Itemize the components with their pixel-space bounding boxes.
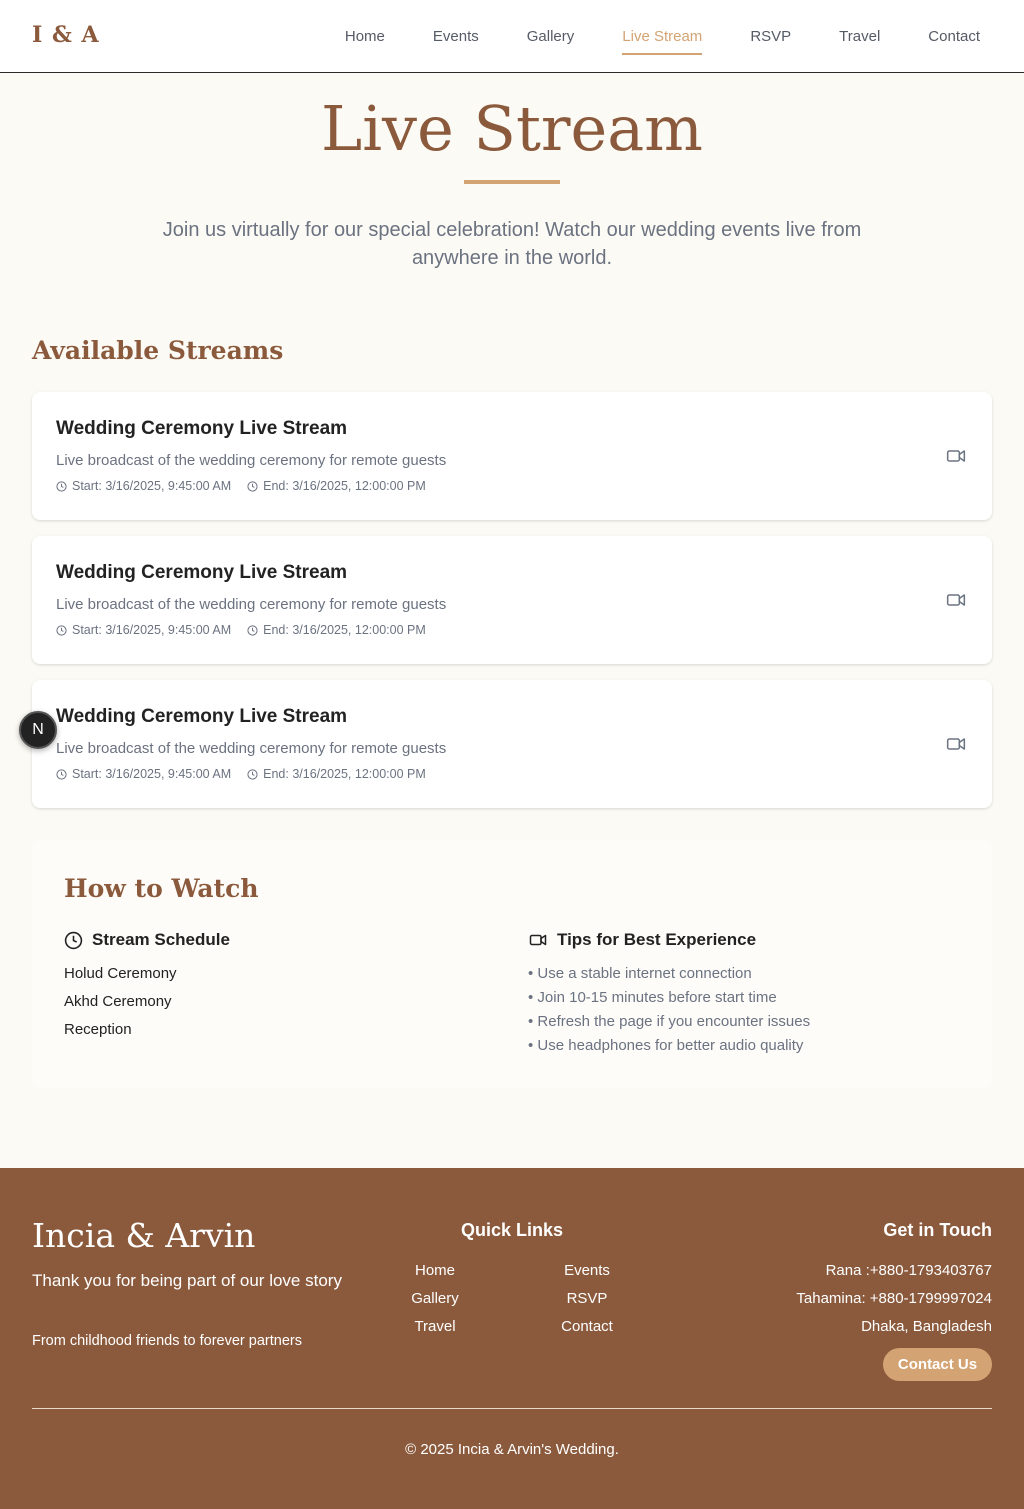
contact-info: Rana :+880-1793403767 Tahamina: +880-179… <box>796 1261 992 1345</box>
contact-phone-tahamina: Tahamina: +880-1799997024 <box>796 1290 992 1307</box>
stream-start-text: Start: 3/16/2025, 9:45:00 AM <box>72 623 232 637</box>
clock-icon <box>247 624 258 636</box>
footer-link-travel[interactable]: Travel <box>360 1317 510 1337</box>
nav-travel[interactable]: Travel <box>839 22 880 55</box>
stream-times: Start: 3/16/2025, 9:45:00 AM End: 3/16/2… <box>56 623 442 637</box>
stream-description: Live broadcast of the wedding ceremony f… <box>56 596 447 613</box>
site-footer: Incia & Arvin Thank you for being part o… <box>0 1168 1024 1509</box>
stream-title: Wedding Ceremony Live Stream <box>56 418 348 439</box>
stream-start-text: Start: 3/16/2025, 9:45:00 AM <box>72 479 232 493</box>
page-subtitle: Join us virtually for our special celebr… <box>162 219 862 269</box>
nav-home[interactable]: Home <box>345 22 385 55</box>
video-camera-icon <box>529 934 547 946</box>
how-to-watch-heading: How to Watch <box>64 874 259 903</box>
stream-end-text: End: 3/16/2025, 12:00:00 PM <box>263 767 426 781</box>
stream-schedule-heading: Stream Schedule <box>64 930 230 950</box>
site-logo[interactable]: I & A <box>32 22 100 48</box>
stream-end: End: 3/16/2025, 12:00:00 PM <box>247 479 426 493</box>
site-header: I & A Home Events Gallery Live Stream RS… <box>0 0 1024 73</box>
footer-link-contact[interactable]: Contact <box>510 1317 664 1337</box>
clock-icon <box>247 480 258 492</box>
clock-icon <box>56 768 67 780</box>
footer-brand: Incia & Arvin <box>32 1216 256 1255</box>
contact-phone-rana: Rana :+880-1793403767 <box>825 1262 992 1279</box>
clock-icon <box>56 480 67 492</box>
footer-link-rsvp[interactable]: RSVP <box>510 1289 664 1309</box>
nav-live-stream[interactable]: Live Stream <box>622 22 703 55</box>
tip-item: • Use headphones for better audio qualit… <box>528 1037 804 1054</box>
schedule-item: Holud Ceremony <box>64 965 177 982</box>
stream-card[interactable]: Wedding Ceremony Live Stream Live broadc… <box>32 392 992 520</box>
footer-link-home[interactable]: Home <box>360 1261 510 1281</box>
stream-schedule-column: Stream Schedule Holud Ceremony Akhd Cere… <box>64 930 230 1048</box>
get-in-touch-heading: Get in Touch <box>883 1220 992 1240</box>
stream-times: Start: 3/16/2025, 9:45:00 AM End: 3/16/2… <box>56 479 442 493</box>
clock-icon <box>247 768 258 780</box>
nav-rsvp[interactable]: RSVP <box>750 22 791 55</box>
available-streams-heading: Available Streams <box>32 336 284 365</box>
video-camera-icon[interactable] <box>944 590 968 610</box>
tips-list: • Use a stable internet connection • Joi… <box>528 964 810 1060</box>
footer-tagline: Thank you for being part of our love sto… <box>32 1271 342 1290</box>
schedule-item: Akhd Ceremony <box>64 993 172 1010</box>
stream-card[interactable]: Wedding Ceremony Live Stream Live broadc… <box>32 536 992 664</box>
stream-card[interactable]: Wedding Ceremony Live Stream Live broadc… <box>32 680 992 808</box>
nav-gallery[interactable]: Gallery <box>527 22 575 55</box>
clock-icon <box>64 931 83 949</box>
floating-badge-button[interactable]: N <box>19 711 57 749</box>
video-camera-icon[interactable] <box>944 734 968 754</box>
quick-links: Home Events Gallery RSVP Travel Contact <box>360 1261 664 1337</box>
schedule-item: Reception <box>64 1021 132 1038</box>
stream-end: End: 3/16/2025, 12:00:00 PM <box>247 623 426 637</box>
stream-start: Start: 3/16/2025, 9:45:00 AM <box>56 767 231 781</box>
tip-item: • Refresh the page if you encounter issu… <box>528 1013 811 1030</box>
page-title: Live Stream <box>321 92 703 165</box>
tip-item: • Join 10-15 minutes before start time <box>528 989 777 1006</box>
schedule-list: Holud Ceremony Akhd Ceremony Reception <box>64 964 230 1048</box>
stream-description: Live broadcast of the wedding ceremony f… <box>56 452 447 469</box>
main-nav: Home Events Gallery Live Stream RSVP Tra… <box>297 0 980 72</box>
title-divider <box>464 180 560 184</box>
stream-end-text: End: 3/16/2025, 12:00:00 PM <box>263 623 426 637</box>
footer-copyright: © 2025 Incia & Arvin's Wedding. <box>405 1441 619 1458</box>
stream-start-text: Start: 3/16/2025, 9:45:00 AM <box>72 767 232 781</box>
nav-contact[interactable]: Contact <box>928 22 980 55</box>
stream-start: Start: 3/16/2025, 9:45:00 AM <box>56 479 231 493</box>
footer-divider <box>32 1408 992 1409</box>
tips-column: Tips for Best Experience • Use a stable … <box>528 930 810 1060</box>
stream-title: Wedding Ceremony Live Stream <box>56 706 348 727</box>
stream-times: Start: 3/16/2025, 9:45:00 AM End: 3/16/2… <box>56 767 442 781</box>
stream-description: Live broadcast of the wedding ceremony f… <box>56 740 447 757</box>
stream-end: End: 3/16/2025, 12:00:00 PM <box>247 767 426 781</box>
tips-heading: Tips for Best Experience <box>528 930 810 950</box>
stream-title: Wedding Ceremony Live Stream <box>56 562 348 583</box>
footer-subline: From childhood friends to forever partne… <box>32 1333 302 1349</box>
quick-links-heading: Quick Links <box>460 1220 564 1240</box>
footer-link-gallery[interactable]: Gallery <box>360 1289 510 1309</box>
stream-start: Start: 3/16/2025, 9:45:00 AM <box>56 623 231 637</box>
footer-link-events[interactable]: Events <box>510 1261 664 1281</box>
contact-us-button[interactable]: Contact Us <box>883 1348 992 1381</box>
tip-item: • Use a stable internet connection <box>528 965 752 982</box>
clock-icon <box>56 624 67 636</box>
stream-schedule-title: Stream Schedule <box>92 930 230 949</box>
contact-location: Dhaka, Bangladesh <box>861 1318 992 1335</box>
how-to-watch-panel: How to Watch Stream Schedule Holud Cerem… <box>32 840 992 1088</box>
nav-events[interactable]: Events <box>433 22 479 55</box>
stream-end-text: End: 3/16/2025, 12:00:00 PM <box>263 479 426 493</box>
video-camera-icon[interactable] <box>944 446 968 466</box>
tips-title: Tips for Best Experience <box>557 930 757 949</box>
